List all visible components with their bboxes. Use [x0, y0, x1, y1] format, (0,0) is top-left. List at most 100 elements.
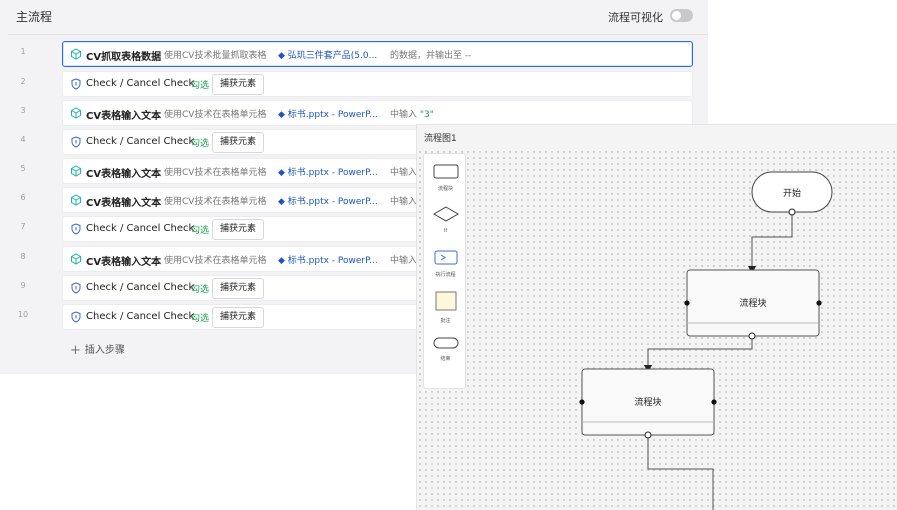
end-capsule-shape-icon	[433, 337, 458, 349]
palette-item-process-block[interactable]: 流程块	[424, 164, 467, 192]
palette-item-if[interactable]: If	[424, 206, 467, 234]
step-card[interactable]: CV表格输入文本 使用CV技术在表格单元格 ◆ 标书.pptx - PowerP..…	[62, 100, 693, 126]
step-name: Check / Cancel Check	[86, 136, 195, 147]
shield-check-icon	[71, 78, 81, 90]
step-number: 6	[20, 193, 26, 202]
shield-check-icon	[71, 282, 81, 294]
target-file-link[interactable]: ◆ 标书.pptx - PowerP...	[278, 107, 378, 120]
step-name: CV表格输入文本	[86, 198, 162, 209]
step-name: CV表格输入文本	[86, 257, 162, 268]
app-root: 主流程 流程可视化 1 CV抓取表格数据 使用CV技术批量抓取表格 ◆ 弘玑三件套产品…	[0, 0, 897, 510]
step-number: 2	[20, 77, 26, 86]
capture-element-button[interactable]: 捕获元素	[212, 307, 265, 328]
step-tail-text: 中输入	[390, 256, 418, 266]
check-option[interactable]: 勾选	[191, 136, 209, 149]
step-name: CV表格输入文本	[86, 111, 162, 122]
step-description: 使用CV技术在表格单元格	[164, 168, 267, 178]
step-number: 1	[20, 47, 26, 56]
capture-element-button[interactable]: 捕获元素	[212, 74, 265, 95]
palette-label: If	[443, 228, 448, 234]
palette-item-execute-flow[interactable]: 执行流程	[424, 250, 467, 278]
step-number: 3	[20, 106, 26, 115]
plus-icon: +	[70, 343, 81, 358]
target-file-link[interactable]: ◆ 弘玑三件套产品(5.0...	[278, 48, 377, 61]
process-block-1-label: 流程块	[739, 297, 766, 309]
input-value: "3"	[419, 110, 434, 120]
shape-palette: 流程块 If 执行流程 批注 结束	[423, 153, 466, 389]
port-dot[interactable]	[684, 300, 690, 306]
connector-block1-to-block2[interactable]	[644, 336, 753, 373]
step-number: 4	[20, 135, 26, 144]
start-node[interactable]: 开始	[751, 171, 833, 216]
toggle-knob	[672, 11, 681, 20]
port-dot[interactable]	[748, 332, 756, 340]
port-dot[interactable]	[816, 300, 822, 306]
port-dot[interactable]	[579, 399, 585, 405]
palette-item-end[interactable]: 结束	[424, 334, 467, 362]
step-description: 使用CV技术在表格单元格	[164, 197, 267, 207]
palette-label: 流程块	[437, 186, 453, 192]
port-dot[interactable]	[644, 431, 652, 439]
insert-step-button[interactable]: + 插入步骤	[70, 341, 125, 358]
step-tail-text: 的数据，并输出至 --	[390, 51, 472, 61]
check-option[interactable]: 勾选	[191, 282, 209, 295]
visualize-label: 流程可视化	[608, 11, 663, 24]
cube-icon	[71, 48, 81, 60]
shield-check-icon	[71, 136, 81, 148]
table-row[interactable]: 3 CV表格输入文本 使用CV技术在表格单元格 ◆ 标书.pptx - PowerP.…	[0, 100, 708, 126]
flowchart-panel[interactable]: 开始 流程块 流程块 流程图1 流程块 If 执行流程 批注 结束	[416, 124, 897, 510]
palette-label: 结束	[440, 356, 451, 362]
capture-element-button[interactable]: 捕获元素	[212, 219, 265, 240]
page-title: 主流程	[16, 10, 53, 24]
main-header: 主流程 流程可视化	[0, 0, 708, 34]
connector-start-to-block1[interactable]	[748, 212, 793, 274]
cube-icon	[71, 194, 81, 206]
step-number: 8	[20, 252, 26, 261]
check-option[interactable]: 勾选	[191, 311, 209, 324]
check-option[interactable]: 勾选	[191, 78, 209, 91]
step-tail-text: 中输入	[390, 168, 418, 178]
process-block-2[interactable]: 流程块	[579, 368, 717, 439]
cube-icon	[71, 107, 81, 119]
palette-label: 执行流程	[435, 272, 456, 278]
diamond-shape-icon	[432, 206, 459, 222]
target-file-link[interactable]: ◆ 标书.pptx - PowerP...	[278, 253, 378, 266]
flowchart-title-bar: 流程图1	[417, 125, 897, 149]
step-description: 使用CV技术在表格单元格	[164, 110, 267, 120]
target-file-link[interactable]: ◆ 标书.pptx - PowerP...	[278, 194, 378, 207]
step-name: CV表格输入文本	[86, 169, 162, 180]
palette-item-note[interactable]: 批注	[424, 291, 467, 324]
step-description: 使用CV技术在表格单元格	[164, 256, 267, 266]
step-number: 7	[20, 222, 26, 231]
step-name: Check / Cancel Check	[86, 282, 195, 293]
step-number: 5	[20, 164, 26, 173]
step-card[interactable]: CV抓取表格数据 使用CV技术批量抓取表格 ◆ 弘玑三件套产品(5.0... 的数据，…	[62, 41, 693, 67]
insert-step-label: 插入步骤	[84, 345, 125, 356]
terminal-prompt-icon	[434, 250, 457, 265]
port-dot[interactable]	[788, 208, 796, 216]
capture-element-button[interactable]: 捕获元素	[212, 132, 265, 153]
target-file-link[interactable]: ◆ 标书.pptx - PowerP...	[278, 165, 378, 178]
note-shape-icon	[435, 291, 456, 311]
step-name: Check / Cancel Check	[86, 311, 195, 322]
cube-icon	[71, 253, 81, 265]
step-name: CV抓取表格数据	[86, 52, 162, 63]
step-description: 使用CV技术批量抓取表格	[164, 51, 267, 61]
step-card[interactable]: Check / Cancel Check 勾选 捕获元素	[62, 71, 693, 97]
table-row[interactable]: 1 CV抓取表格数据 使用CV技术批量抓取表格 ◆ 弘玑三件套产品(5.0... 的数据…	[0, 41, 708, 67]
step-number: 10	[17, 310, 29, 319]
connector-block2-out[interactable]	[647, 435, 714, 510]
step-name: Check / Cancel Check	[86, 78, 195, 89]
table-row[interactable]: 2 Check / Cancel Check 勾选 捕获元素	[0, 71, 708, 97]
cube-icon	[71, 165, 81, 177]
port-dot[interactable]	[711, 399, 717, 405]
palette-label: 批注	[440, 318, 451, 324]
visualize-toggle[interactable]	[670, 9, 693, 22]
process-block-1[interactable]: 流程块	[684, 269, 822, 340]
flowchart-canvas[interactable]: 开始 流程块 流程块	[417, 125, 897, 510]
flowchart-title: 流程图1	[424, 134, 457, 144]
capture-element-button[interactable]: 捕获元素	[212, 278, 265, 299]
shield-check-icon	[71, 223, 81, 235]
shield-check-icon	[71, 311, 81, 323]
check-option[interactable]: 勾选	[191, 223, 209, 236]
